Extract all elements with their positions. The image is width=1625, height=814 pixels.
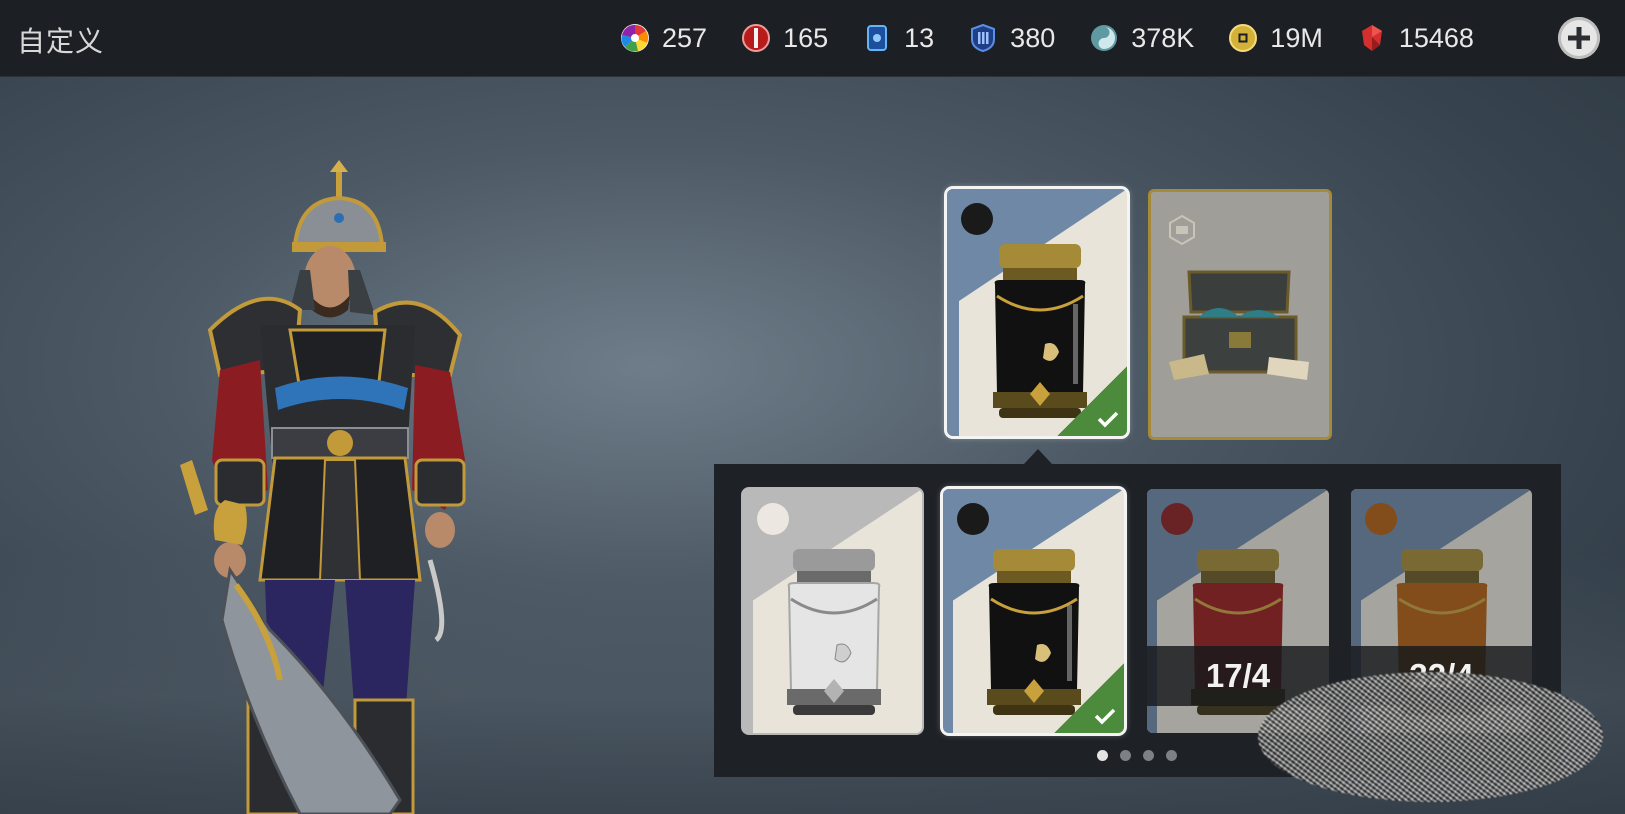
add-currency-button[interactable] [1558,17,1600,59]
currency-value: 13 [904,22,935,53]
multicolor-wheel-icon [621,24,649,52]
top-bar: 自定义 257 165 13 380 378K 19M 15468 [0,0,1625,77]
variant-card-silver[interactable] [743,489,922,733]
currency-multicolor[interactable]: 257 [620,0,707,76]
pagination-dots [1097,750,1177,761]
currency-red-token[interactable]: 165 [741,0,828,76]
currency-value: 380 [1010,22,1056,53]
red-token-icon [742,24,771,52]
selected-jar-card[interactable] [947,189,1127,436]
currency-bar: 257 165 13 380 378K 19M 15468 [620,0,1474,76]
treasure-chest-card[interactable] [1148,189,1332,440]
currency-value: 378K [1131,22,1195,53]
red-crystal-icon [1361,25,1382,51]
page-title: 自定义 [17,26,105,57]
page-dot-2[interactable] [1120,750,1131,761]
hexagon-badge-icon [1169,214,1195,246]
currency-value: 257 [662,22,708,53]
variant-card-black[interactable] [943,489,1124,733]
checkmark-icon [1097,411,1119,428]
page-dot-3[interactable] [1143,750,1154,761]
currency-blue-shield[interactable]: 380 [968,0,1055,76]
panel-pointer [1024,449,1052,464]
teal-swirl-icon [1091,25,1118,51]
currency-teal-swirl[interactable]: 378K [1089,0,1194,76]
equipped-badge [1057,366,1127,436]
equipped-badge [1054,663,1124,733]
currency-value: 165 [783,22,829,53]
gold-coin-icon [1229,24,1258,52]
checkmark-icon [1094,708,1116,725]
currency-blue-card[interactable]: 13 [862,0,934,76]
silver-jar-icon [787,549,881,715]
obscured-region [1258,672,1603,802]
currency-value: 15468 [1398,22,1474,53]
blue-shield-icon [971,23,996,53]
blue-card-icon [867,25,888,51]
page-dot-1[interactable] [1097,750,1108,761]
treasure-chest-icon [1169,270,1309,380]
warrior-character [180,160,466,814]
color-dot-silver [757,503,789,535]
color-dot-black [961,203,993,235]
page-dot-4[interactable] [1166,750,1177,761]
color-dot-black [957,503,989,535]
currency-gold-coin[interactable]: 19M [1228,0,1323,76]
currency-red-crystal[interactable]: 15468 [1357,0,1474,76]
currency-value: 19M [1270,22,1323,53]
